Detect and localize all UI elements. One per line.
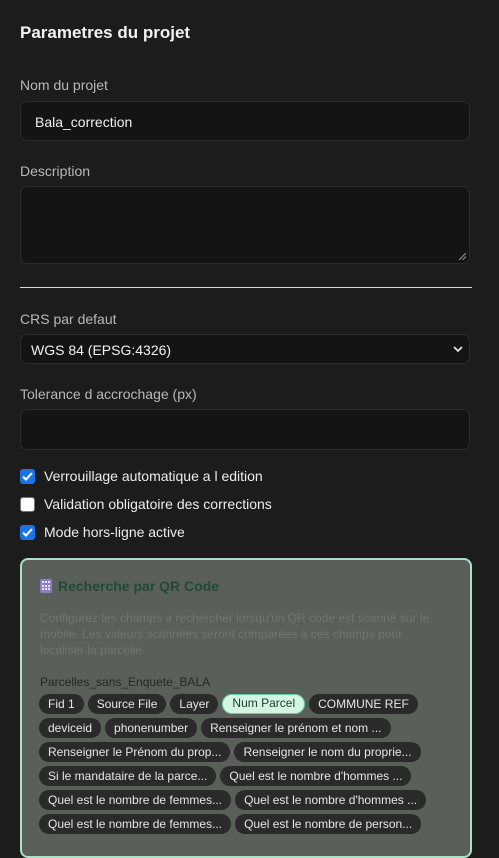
field-chip[interactable]: Renseigner le Prénom du prop...	[39, 742, 231, 762]
option-auto-lock[interactable]: Verrouillage automatique a l edition	[20, 467, 263, 485]
option-label: Validation obligatoire des corrections	[44, 496, 272, 512]
qr-card-description: Configurez les champs a rechercher lorsq…	[40, 611, 430, 657]
field-chip[interactable]: Fid 1	[39, 694, 84, 714]
field-chip[interactable]: Layer	[170, 694, 219, 714]
option-validation-required[interactable]: Validation obligatoire des corrections	[20, 495, 272, 513]
page-title: Parametres du projet	[20, 23, 191, 42]
section-divider	[20, 287, 472, 288]
check-icon	[22, 471, 33, 481]
field-chip[interactable]: Quel est le nombre de femmes...	[39, 814, 232, 834]
option-label: Verrouillage automatique a l edition	[44, 468, 263, 484]
project-settings-panel: Parametres du projet Nom du projet Bala_…	[0, 0, 499, 858]
qr-card-header: Recherche par QR Code	[40, 578, 219, 594]
resize-handle-icon[interactable]	[459, 253, 466, 260]
field-chip[interactable]: COMMUNE REF	[309, 694, 418, 714]
qr-layer-name: Parcelles_sans_Enquete_BALA	[40, 675, 211, 689]
chip-row: Fid 1 Source File Layer Num Parcel COMMU…	[39, 694, 459, 714]
option-label: Mode hors-ligne active	[44, 524, 185, 540]
chevron-down-icon	[453, 346, 463, 353]
project-name-input[interactable]: Bala_correction	[20, 101, 470, 141]
chip-row: Renseigner le Prénom du prop... Renseign…	[39, 742, 459, 762]
project-name-value: Bala_correction	[35, 114, 133, 130]
field-chip[interactable]: Source File	[87, 694, 167, 714]
field-chip[interactable]: deviceid	[39, 718, 102, 738]
chip-row: Si le mandataire de la parce... Quel est…	[39, 766, 459, 786]
description-textarea[interactable]	[20, 186, 470, 264]
field-chip[interactable]: Quel est le nombre de person...	[235, 814, 422, 834]
project-name-label: Nom du projet	[20, 77, 108, 93]
field-chip[interactable]: Quel est le nombre d'hommes ...	[235, 790, 427, 810]
field-chip[interactable]: phonenumber	[105, 718, 198, 738]
field-chip[interactable]: Quel est le nombre de femmes...	[39, 790, 232, 810]
field-chip-list: Fid 1 Source File Layer Num Parcel COMMU…	[39, 694, 459, 838]
qr-search-card: Recherche par QR Code Configurez les cha…	[20, 558, 472, 858]
crs-label: CRS par defaut	[20, 311, 117, 327]
field-chip-selected[interactable]: Num Parcel	[222, 694, 306, 714]
chip-row: Quel est le nombre de femmes... Quel est…	[39, 790, 459, 810]
qr-card-title: Recherche par QR Code	[58, 578, 220, 594]
tolerance-label: Tolerance d accrochage (px)	[20, 386, 197, 402]
crs-selected-value: WGS 84 (EPSG:4326)	[31, 342, 172, 358]
chip-row: deviceid phonenumber Renseigner le préno…	[39, 718, 459, 738]
checkbox-unchecked[interactable]	[20, 496, 35, 512]
tolerance-input[interactable]	[20, 409, 470, 450]
description-label: Description	[20, 163, 91, 179]
field-chip[interactable]: Renseigner le prénom et nom ...	[201, 718, 391, 738]
option-offline-mode[interactable]: Mode hors-ligne active	[20, 523, 185, 541]
chip-row: Quel est le nombre de femmes... Quel est…	[39, 814, 459, 834]
check-icon	[22, 527, 33, 537]
checkbox-checked[interactable]	[20, 524, 35, 540]
crs-select[interactable]: WGS 84 (EPSG:4326)	[20, 334, 470, 364]
field-chip[interactable]: Quel est le nombre d'hommes ...	[220, 766, 412, 786]
field-chip[interactable]: Renseigner le nom du proprie...	[234, 742, 421, 762]
field-chip[interactable]: Si le mandataire de la parce...	[39, 766, 217, 786]
checkbox-checked[interactable]	[20, 468, 35, 484]
abacus-icon	[40, 579, 52, 593]
